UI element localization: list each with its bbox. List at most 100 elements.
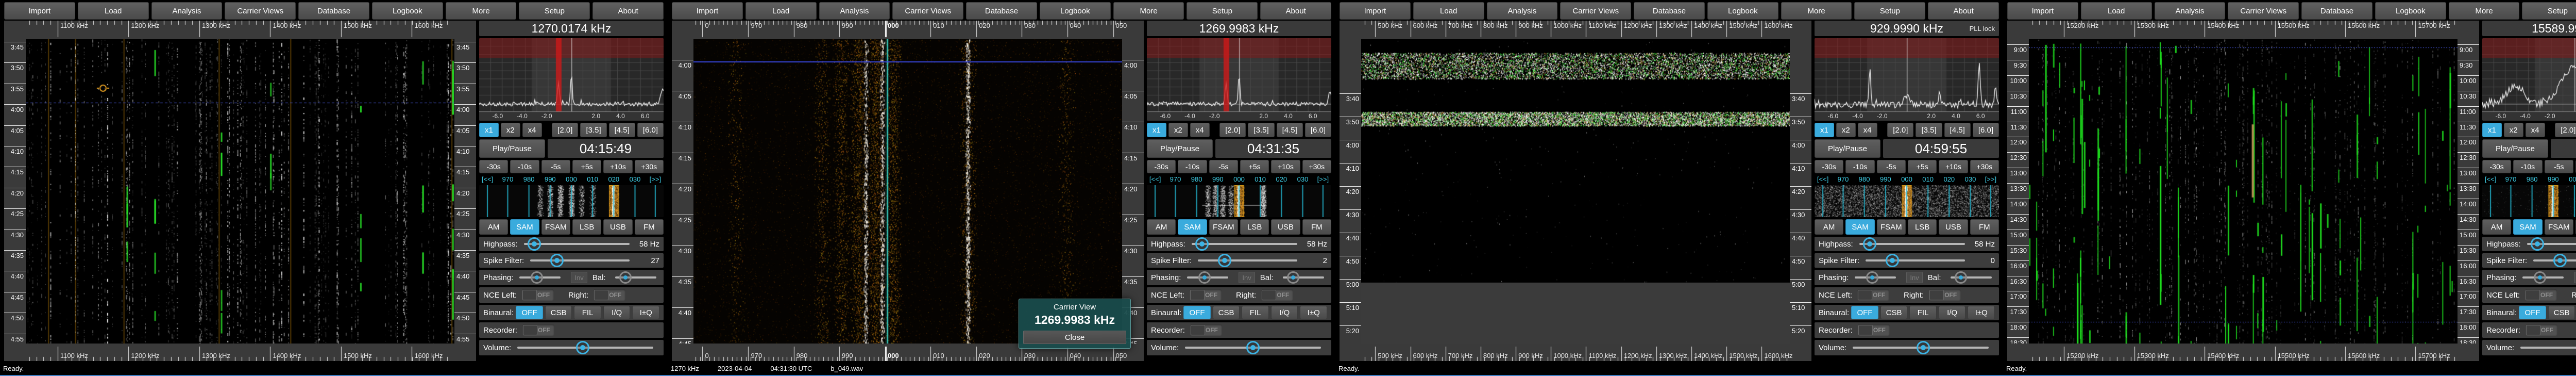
seek-30s-button[interactable]: +30s	[635, 160, 664, 173]
nce-left-toggle[interactable]: OFF	[1190, 289, 1222, 301]
bandwidth-preset-button[interactable]: [6.0]	[1973, 123, 1999, 137]
balance-slider-knob[interactable]	[619, 271, 632, 284]
carrier-spectrum[interactable]: -6.0-4.0-2.02.04.06.0	[2482, 38, 2576, 121]
volume-slider-knob[interactable]	[1917, 341, 1930, 354]
binaural-i-q-button[interactable]: I/Q	[1939, 306, 1966, 319]
phasing-slider[interactable]	[519, 276, 561, 279]
menu-button-about[interactable]: About	[1928, 2, 1999, 20]
seek-5s-button[interactable]: -5s	[1209, 160, 1238, 173]
menu-button-load[interactable]: Load	[1413, 2, 1484, 20]
binaural-fil-button[interactable]: FIL	[574, 306, 601, 319]
binaural-fil-button[interactable]: FIL	[1242, 306, 1269, 319]
zoom-x1-button[interactable]: x1	[2482, 123, 2502, 137]
mode-usb-button[interactable]: USB	[603, 219, 632, 235]
phasing-slider[interactable]	[1855, 276, 1896, 279]
nce-right-toggle[interactable]: OFF	[1929, 289, 1961, 301]
bandwidth-preset-button[interactable]: [2.0]	[2555, 123, 2576, 137]
menu-button-setup[interactable]: Setup	[1187, 2, 1258, 20]
binaural-off-button[interactable]: OFF	[1851, 306, 1878, 319]
phasing-slider[interactable]	[2522, 276, 2564, 279]
strip-prev-button[interactable]: [<<]	[1817, 175, 1828, 183]
balance-slider[interactable]	[1283, 276, 1324, 279]
carrier-strip-display[interactable]	[1147, 185, 1331, 217]
binaural-i-q-button[interactable]: I±Q	[632, 306, 659, 319]
menu-button-load[interactable]: Load	[745, 2, 817, 20]
strip-prev-button[interactable]: [<<]	[482, 175, 493, 183]
zoom-x1-button[interactable]: x1	[479, 123, 499, 137]
highpass-slider[interactable]	[1859, 243, 1965, 245]
seek-5s-button[interactable]: +5s	[1908, 160, 1937, 173]
binaural-off-button[interactable]: OFF	[2519, 306, 2546, 319]
mode-am-button[interactable]: AM	[1147, 219, 1176, 235]
menu-button-about[interactable]: About	[1260, 2, 1331, 20]
mode-lsb-button[interactable]: LSB	[572, 219, 601, 235]
seek-5s-button[interactable]: -5s	[2545, 160, 2573, 173]
carrier-strip-display[interactable]	[479, 185, 664, 217]
mode-am-button[interactable]: AM	[1815, 219, 1843, 235]
seek-5s-button[interactable]: +5s	[1240, 160, 1269, 173]
play-pause-button[interactable]: Play/Pause	[1147, 139, 1213, 158]
mode-lsb-button[interactable]: LSB	[1240, 219, 1269, 235]
bandwidth-preset-button[interactable]: [2.0]	[552, 123, 578, 137]
bandwidth-preset-button[interactable]: [2.0]	[1219, 123, 1246, 137]
play-pause-button[interactable]: Play/Pause	[2482, 139, 2548, 158]
popup-close-button[interactable]: Close	[1023, 331, 1126, 344]
zoom-x4-button[interactable]: x4	[2526, 123, 2545, 137]
zoom-x4-button[interactable]: x4	[1190, 123, 1210, 137]
seek-10s-button[interactable]: +10s	[603, 160, 632, 173]
mode-fsam-button[interactable]: FSAM	[1877, 219, 1906, 235]
binaural-off-button[interactable]: OFF	[516, 306, 543, 319]
mode-fm-button[interactable]: FM	[1970, 219, 1999, 235]
phasing-slider-knob[interactable]	[1866, 271, 1878, 284]
menu-button-load[interactable]: Load	[78, 2, 149, 20]
menu-button-carrier-views[interactable]: Carrier Views	[225, 2, 296, 20]
volume-slider-knob[interactable]	[576, 341, 589, 354]
spike-filter-slider[interactable]	[2533, 259, 2576, 261]
bandwidth-preset-button[interactable]: [4.5]	[609, 123, 635, 137]
spike-filter-slider-knob[interactable]	[550, 254, 564, 267]
invert-button[interactable]: Inv	[1239, 272, 1255, 283]
volume-slider[interactable]	[517, 347, 653, 349]
bandwidth-preset-button[interactable]: [6.0]	[637, 123, 664, 137]
seek-30s-button[interactable]: -30s	[479, 160, 508, 173]
menu-button-setup[interactable]: Setup	[519, 2, 590, 20]
spike-filter-slider[interactable]	[1866, 259, 1965, 261]
strip-prev-button[interactable]: [<<]	[1149, 175, 1161, 183]
play-pause-button[interactable]: Play/Pause	[479, 139, 545, 158]
seek-30s-button[interactable]: +30s	[1302, 160, 1331, 173]
bandwidth-preset-button[interactable]: [4.5]	[1944, 123, 1971, 137]
menu-button-logbook[interactable]: Logbook	[1040, 2, 1111, 20]
volume-slider-knob[interactable]	[1246, 341, 1260, 354]
seek-10s-button[interactable]: +10s	[1271, 160, 1300, 173]
highpass-slider-knob[interactable]	[1863, 237, 1876, 251]
seek-5s-button[interactable]: -5s	[541, 160, 570, 173]
mode-fsam-button[interactable]: FSAM	[1209, 219, 1238, 235]
menu-button-about[interactable]: About	[592, 2, 664, 20]
menu-button-carrier-views[interactable]: Carrier Views	[1560, 2, 1631, 20]
spike-filter-slider[interactable]	[1198, 259, 1297, 261]
bandwidth-preset-button[interactable]: [3.5]	[1916, 123, 1942, 137]
volume-slider[interactable]	[1853, 347, 1989, 349]
seek-10s-button[interactable]: -10s	[1845, 160, 1874, 173]
menu-button-logbook[interactable]: Logbook	[1707, 2, 1778, 20]
mode-fsam-button[interactable]: FSAM	[2545, 219, 2573, 235]
highpass-slider[interactable]	[524, 243, 630, 245]
spike-filter-slider-knob[interactable]	[1218, 254, 1231, 267]
mode-sam-button[interactable]: SAM	[510, 219, 539, 235]
strip-prev-button[interactable]: [<<]	[2485, 175, 2496, 183]
seek-10s-button[interactable]: -10s	[510, 160, 539, 173]
balance-slider[interactable]	[1951, 276, 1992, 279]
bandwidth-preset-button[interactable]: [4.5]	[1277, 123, 1303, 137]
highpass-slider-knob[interactable]	[528, 237, 541, 251]
binaural-off-button[interactable]: OFF	[1183, 306, 1211, 319]
mode-sam-button[interactable]: SAM	[1178, 219, 1207, 235]
mode-sam-button[interactable]: SAM	[1845, 219, 1874, 235]
seek-30s-button[interactable]: -30s	[1815, 160, 1843, 173]
volume-slider[interactable]	[2520, 347, 2576, 349]
binaural-i-q-button[interactable]: I±Q	[1300, 306, 1327, 319]
mode-usb-button[interactable]: USB	[1939, 219, 1968, 235]
zoom-x1-button[interactable]: x1	[1815, 123, 1834, 137]
phasing-slider-knob[interactable]	[2534, 271, 2546, 284]
phasing-slider[interactable]	[1187, 276, 1228, 279]
menu-button-setup[interactable]: Setup	[1854, 2, 1925, 20]
